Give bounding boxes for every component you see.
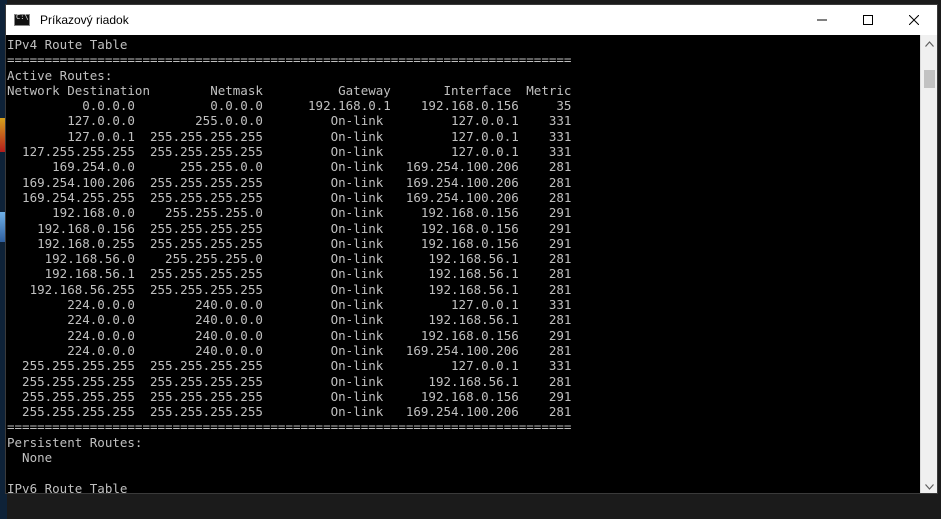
- route-table-output: IPv4 Route Table =======================…: [7, 37, 572, 494]
- command-prompt-window: Príkazový riadok IPv4 Route Table =====: [5, 4, 938, 494]
- chevron-up-icon: [925, 40, 934, 47]
- scroll-down-button[interactable]: [921, 478, 937, 493]
- chevron-down-icon: [925, 483, 934, 490]
- window-title: Príkazový riadok: [40, 13, 129, 27]
- scroll-up-button[interactable]: [921, 35, 937, 52]
- close-icon: [909, 15, 919, 25]
- maximize-icon: [863, 15, 873, 25]
- window-controls: [799, 5, 937, 35]
- title-bar[interactable]: Príkazový riadok: [6, 5, 937, 35]
- console-output[interactable]: IPv4 Route Table =======================…: [6, 35, 922, 494]
- console-icon: [14, 13, 30, 26]
- minimize-button[interactable]: [799, 5, 845, 35]
- minimize-icon: [817, 19, 827, 21]
- maximize-button[interactable]: [845, 5, 891, 35]
- vertical-scrollbar[interactable]: [920, 35, 937, 493]
- scrollbar-thumb[interactable]: [924, 70, 935, 88]
- close-button[interactable]: [891, 5, 937, 35]
